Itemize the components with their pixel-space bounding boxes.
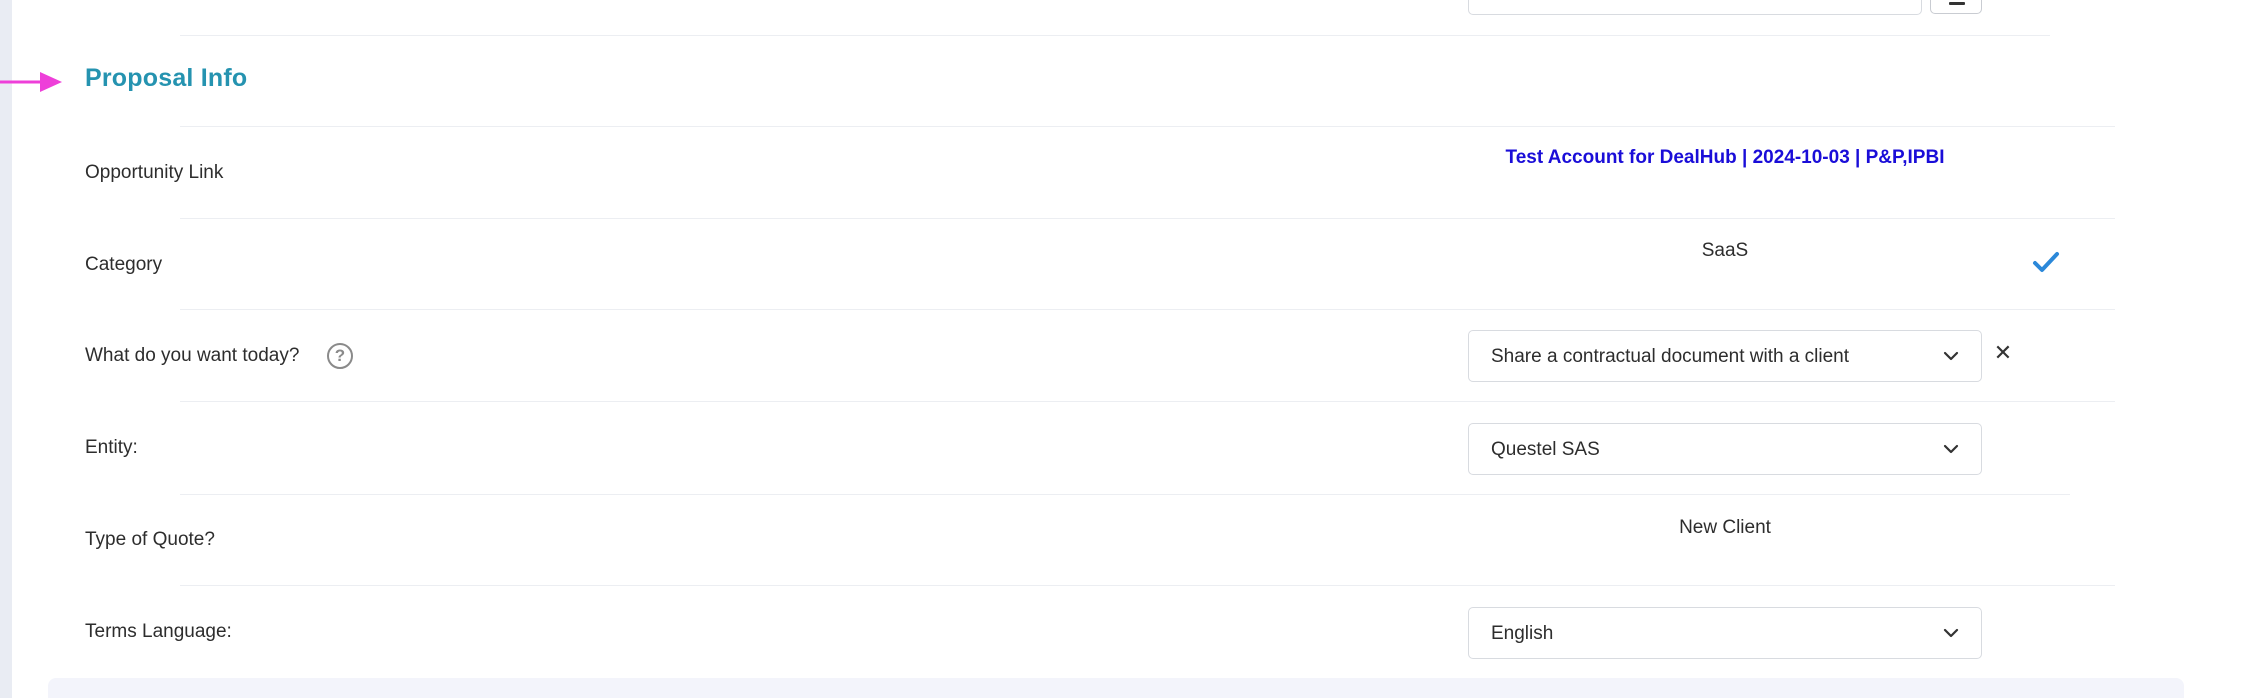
divider <box>180 401 2115 402</box>
divider <box>180 309 2115 310</box>
pointer-arrow-icon <box>0 72 62 92</box>
want-today-label: What do you want today? <box>85 345 300 366</box>
divider <box>180 494 2070 495</box>
entity-select[interactable]: Questel SAS <box>1468 423 1982 475</box>
quote-type-label: Type of Quote? <box>85 529 215 550</box>
opportunity-link-label: Opportunity Link <box>85 162 224 183</box>
previous-field-menu-button[interactable] <box>1930 0 1982 14</box>
terms-language-label: Terms Language: <box>85 621 232 642</box>
want-today-select[interactable]: Share a contractual document with a clie… <box>1468 330 1982 382</box>
divider <box>180 126 2115 127</box>
section-title: Proposal Info <box>85 64 248 92</box>
check-icon <box>2033 252 2059 272</box>
chevron-down-icon <box>1943 444 1959 454</box>
divider <box>180 35 2050 36</box>
category-value: SaaS <box>1701 240 1749 261</box>
divider <box>180 585 2115 586</box>
divider <box>180 218 2115 219</box>
clear-selection-icon[interactable]: ✕ <box>1993 342 2013 364</box>
next-section-strip <box>48 678 2184 698</box>
category-label: Category <box>85 254 163 275</box>
chevron-down-icon <box>1943 628 1959 638</box>
want-today-selected-value: Share a contractual document with a clie… <box>1491 346 1850 367</box>
opportunity-link[interactable]: Test Account for DealHub | 2024-10-03 | … <box>1468 147 1982 169</box>
quote-type-value: New Client <box>1679 517 1771 538</box>
entity-selected-value: Questel SAS <box>1491 439 1600 460</box>
previous-field-input[interactable] <box>1468 0 1922 15</box>
menu-icon <box>1949 2 1965 5</box>
terms-language-select[interactable]: English <box>1468 607 1982 659</box>
entity-label: Entity: <box>85 437 138 458</box>
help-icon[interactable]: ? <box>327 343 353 369</box>
terms-language-selected-value: English <box>1491 623 1554 644</box>
chevron-down-icon <box>1943 351 1959 361</box>
